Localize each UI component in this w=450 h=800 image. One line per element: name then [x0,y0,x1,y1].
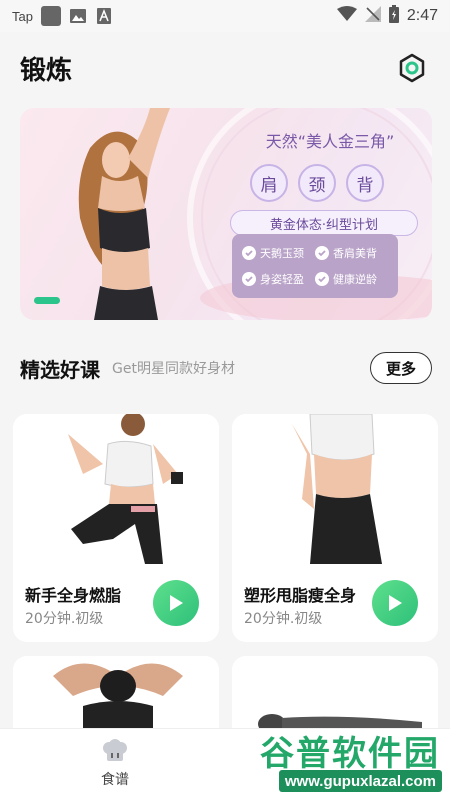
banner-subtitle: 天然“美人金三角” [265,132,395,151]
check-icon [242,246,256,260]
watermark-title: 谷普软件园 [260,734,440,774]
check-icon [315,246,329,260]
promo-banner[interactable]: 天然“美人金三角” 肩 颈 背 黄金体态·纠型计划 天鹅玉颈 香肩美背 身姿轻盈… [20,108,432,320]
banner-tag-neck: 颈 [298,164,336,202]
app-notification-icon [40,6,61,26]
banner-feature-list: 天鹅玉颈 香肩美背 身姿轻盈 健康逆龄 [232,234,398,298]
section-subtitle: Get明星同款好身材 [112,361,235,377]
image-notification-icon [69,8,87,24]
nav-item-recipes[interactable]: 食谱 [80,739,150,789]
nav-item-label: 食谱 [101,772,129,788]
status-bar: Tap 2:47 [0,0,450,32]
course-name: 新手全身燃脂 [25,586,122,605]
watermark-url: www.gupuxlazal.com [278,770,442,792]
settings-button[interactable] [394,50,430,86]
play-icon [170,595,183,611]
course-card[interactable]: 塑形甩脂瘦全身 20分钟.初级 [232,414,438,642]
featured-section-header: 精选好课 Get明星同款好身材 更多 [20,348,432,388]
course-card[interactable]: 新手全身燃脂 20分钟.初级 [13,414,219,642]
more-button[interactable]: 更多 [370,352,432,384]
no-signal-icon [364,6,381,26]
course-thumbnail [232,414,438,564]
course-name: 塑形甩脂瘦全身 [244,586,357,605]
check-icon [315,272,329,286]
text-notification-icon [95,8,113,24]
feature-label: 天鹅玉颈 [260,247,304,260]
page-title: 锻炼 [20,55,73,86]
section-title: 精选好课 [20,357,100,382]
chef-hat-icon [103,739,127,761]
carousel-indicator[interactable] [34,297,60,304]
course-thumbnail [13,414,219,564]
feature-item: 香肩美背 [315,245,388,261]
play-icon [389,595,402,611]
feature-item: 天鹅玉颈 [242,245,315,261]
status-app-label: Tap [12,8,33,24]
feature-label: 健康逆龄 [333,273,377,286]
banner-tag-shoulder: 肩 [250,164,288,202]
watermark: 谷普软件园 www.gupuxlazal.com [246,724,446,794]
course-meta: 20分钟.初级 [244,611,323,627]
play-button[interactable] [153,580,199,626]
banner-tags: 肩 颈 背 [250,164,384,202]
hexagon-settings-icon [399,53,425,83]
feature-item: 健康逆龄 [315,271,388,287]
feature-item: 身姿轻盈 [242,271,315,287]
status-time: 2:47 [406,7,438,24]
banner-plan-label: 黄金体态·纠型计划 [230,210,418,236]
battery-icon [388,5,399,27]
check-icon [242,272,256,286]
wifi-icon [336,6,357,26]
feature-label: 香肩美背 [333,247,377,260]
play-button[interactable] [372,580,418,626]
banner-tag-back: 背 [346,164,384,202]
course-meta: 20分钟.初级 [25,611,104,627]
header: 锻炼 [0,38,450,98]
feature-label: 身姿轻盈 [260,273,304,286]
